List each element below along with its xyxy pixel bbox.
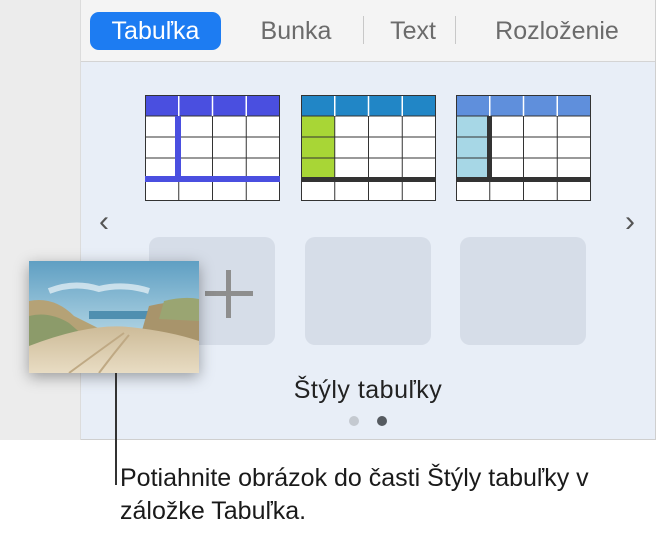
tab-layout[interactable]: Rozloženie — [479, 12, 635, 50]
section-label-table-styles: Štýly tabuľky — [293, 376, 443, 404]
table-style-1[interactable] — [145, 95, 280, 201]
sidebar — [0, 0, 81, 440]
tab-text[interactable]: Text — [373, 12, 453, 50]
chevron-left-icon[interactable]: ‹ — [93, 207, 115, 237]
callout-text: Potiahnite obrázok do časti Štýly tabuľk… — [120, 464, 589, 525]
table-style-3[interactable] — [456, 95, 591, 201]
tab-table[interactable]: Tabuľka — [90, 12, 221, 50]
tab-cell[interactable]: Bunka — [241, 12, 351, 50]
table-style-3-preview — [456, 95, 591, 201]
table-style-1-accent — [175, 116, 181, 182]
empty-style-slot[interactable] — [460, 237, 586, 345]
callout-line — [115, 373, 117, 485]
plus-icon — [205, 270, 253, 318]
table-style-1-preview — [145, 95, 280, 201]
table-style-2-accent — [302, 116, 335, 179]
page-dot-2[interactable] — [377, 416, 387, 426]
tab-separator — [455, 16, 456, 44]
table-style-2-preview — [301, 95, 436, 201]
format-panel: Tabuľka Bunka Text Rozloženie ‹ › Štýly … — [81, 0, 656, 440]
table-style-3-accent — [457, 116, 490, 179]
table-style-2[interactable] — [301, 95, 436, 201]
empty-style-slot[interactable] — [305, 237, 431, 345]
chevron-right-icon[interactable]: › — [619, 207, 641, 237]
tab-separator — [363, 16, 364, 44]
page-dot-1[interactable] — [349, 416, 359, 426]
table-style-1-accent — [145, 176, 280, 182]
dragged-image[interactable] — [29, 261, 199, 373]
tab-bar: Tabuľka Bunka Text Rozloženie — [81, 0, 655, 62]
